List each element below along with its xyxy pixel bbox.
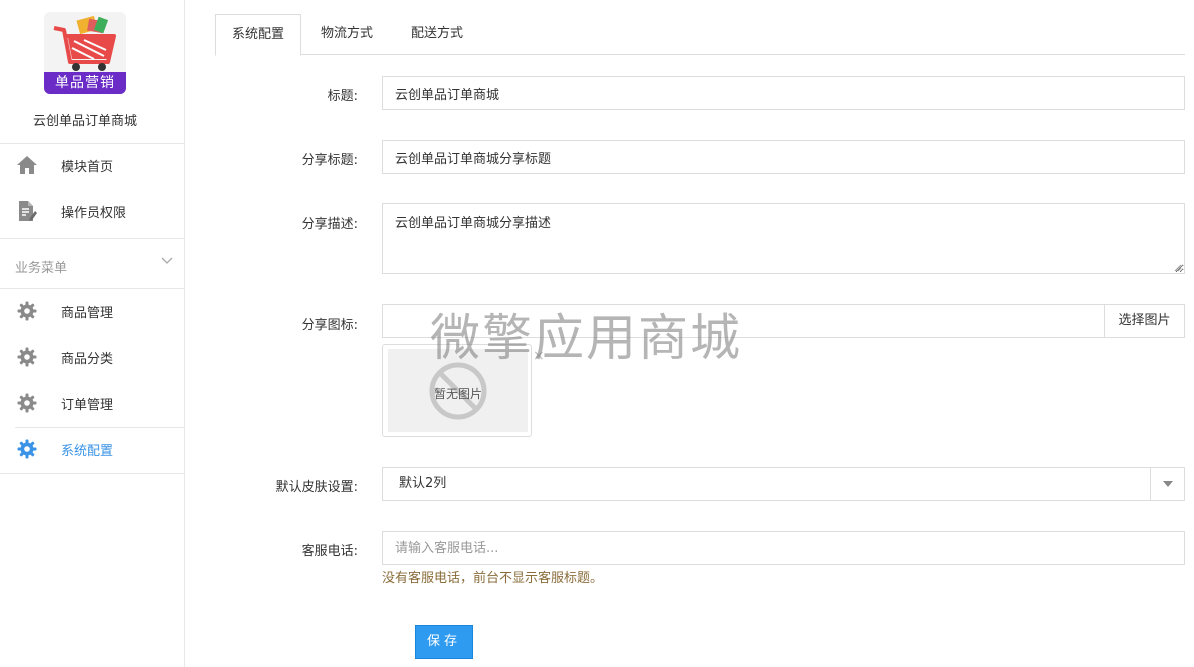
tab-system-config[interactable]: 系统配置 bbox=[215, 14, 302, 56]
title-label: 标题: bbox=[327, 89, 358, 104]
document-edit-icon bbox=[16, 200, 38, 222]
sidebar-item-label: 系统配置 bbox=[61, 443, 114, 459]
sidebar-item-order-management[interactable]: 订单管理 bbox=[0, 381, 185, 425]
phone-label: 客服电话: bbox=[301, 544, 358, 559]
chevron-down-icon[interactable] bbox=[160, 254, 174, 268]
pick-image-button[interactable]: 选择图片 bbox=[1104, 304, 1185, 338]
sidebar-item-label: 模块首页 bbox=[61, 159, 114, 175]
sidebar-item-label: 商品管理 bbox=[61, 305, 114, 321]
resize-grip-icon[interactable] bbox=[1172, 262, 1182, 272]
skin-select[interactable]: 默认2列 bbox=[382, 467, 1185, 501]
gear-icon bbox=[16, 438, 38, 460]
sidebar-item-product-management[interactable]: 商品管理 bbox=[0, 289, 185, 333]
share-icon-input[interactable] bbox=[382, 304, 1104, 338]
tab-bar: 系统配置 物流方式 配送方式 bbox=[215, 14, 1185, 56]
sidebar-item-system-config[interactable]: 系统配置 bbox=[0, 427, 185, 471]
home-icon bbox=[16, 154, 38, 176]
app-root: 单品营销 云创单品订单商城 模块首页 操作员权限 业务菜单 商品管理 商品分类 … bbox=[0, 0, 1194, 667]
skin-label: 默认皮肤设置: bbox=[275, 480, 358, 495]
share-desc-label: 分享描述: bbox=[301, 217, 358, 232]
sidebar-item-label: 商品分类 bbox=[61, 351, 114, 367]
no-image-text: 暂无图片 bbox=[433, 387, 482, 401]
logo-banner-text: 单品营销 bbox=[44, 72, 126, 94]
sidebar-item-label: 操作员权限 bbox=[61, 205, 127, 221]
gear-icon bbox=[16, 392, 38, 414]
save-button[interactable]: 保存 bbox=[415, 625, 473, 659]
share-desc-textarea[interactable]: 云创单品订单商城分享描述 bbox=[382, 203, 1185, 274]
sidebar: 单品营销 云创单品订单商城 模块首页 操作员权限 业务菜单 商品管理 商品分类 … bbox=[0, 0, 185, 667]
remove-image-icon[interactable]: × bbox=[533, 348, 545, 364]
gear-icon bbox=[16, 300, 38, 322]
app-logo: 单品营销 bbox=[44, 12, 126, 94]
sidebar-divider bbox=[0, 473, 185, 474]
tab-logistics[interactable]: 物流方式 bbox=[305, 14, 389, 55]
image-preview: 暂无图片 bbox=[382, 344, 532, 437]
tab-delivery[interactable]: 配送方式 bbox=[395, 14, 479, 55]
caret-down-icon[interactable] bbox=[1150, 468, 1184, 500]
sidebar-item-home[interactable]: 模块首页 bbox=[0, 143, 185, 187]
share-title-label: 分享标题: bbox=[301, 153, 358, 168]
share-title-input[interactable] bbox=[382, 140, 1185, 174]
image-placeholder: 暂无图片 bbox=[388, 349, 528, 432]
sidebar-section-title: 业务菜单 bbox=[15, 261, 68, 276]
title-input[interactable] bbox=[382, 76, 1185, 110]
sidebar-item-label: 订单管理 bbox=[61, 397, 114, 413]
gear-icon bbox=[16, 346, 38, 368]
sidebar-item-product-category[interactable]: 商品分类 bbox=[0, 335, 185, 379]
app-name: 云创单品订单商城 bbox=[32, 114, 137, 129]
skin-select-value: 默认2列 bbox=[399, 476, 447, 491]
share-icon-label: 分享图标: bbox=[301, 318, 358, 333]
sidebar-divider bbox=[0, 238, 185, 239]
phone-hint: 没有客服电话，前台不显示客服标题。 bbox=[382, 571, 604, 586]
phone-input[interactable] bbox=[382, 531, 1185, 565]
sidebar-item-operator-permissions[interactable]: 操作员权限 bbox=[0, 189, 185, 233]
